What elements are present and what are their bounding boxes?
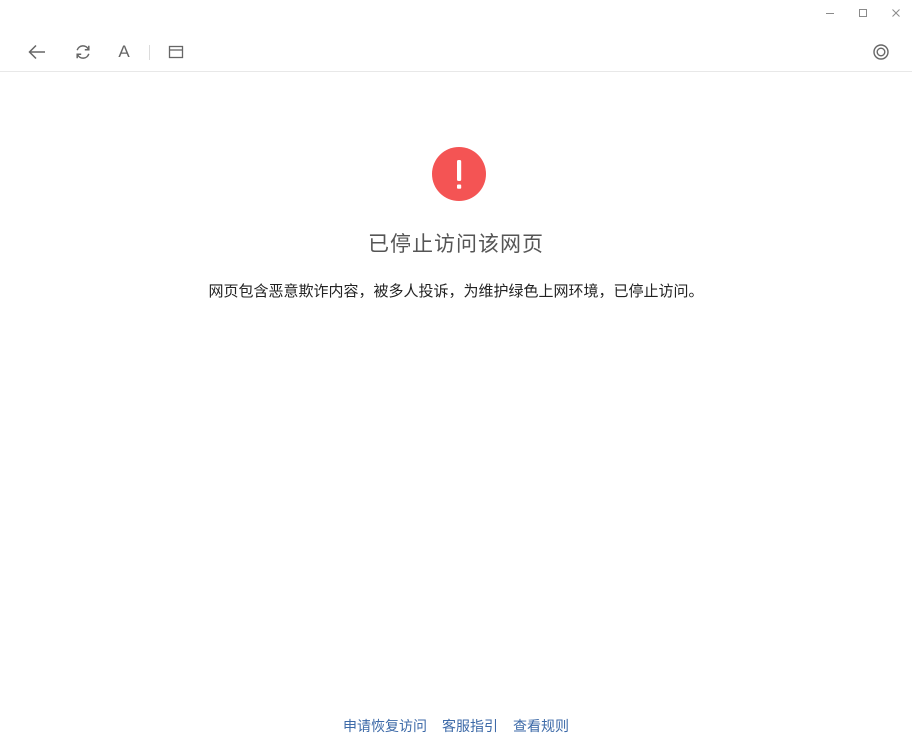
settings-button[interactable] — [868, 39, 894, 65]
window-controls — [813, 0, 912, 26]
block-description: 网页包含恶意欺诈内容，被多人投诉，为维护绿色上网环境，已停止访问。 — [208, 282, 704, 300]
back-button[interactable] — [24, 39, 50, 65]
footer-links: 申请恢复访问 客服指引 查看规则 — [0, 716, 912, 736]
font-size-button[interactable]: A — [111, 39, 137, 65]
request-restore-link[interactable]: 申请恢复访问 — [343, 716, 427, 736]
maximize-icon — [858, 9, 867, 17]
view-rules-link[interactable]: 查看规则 — [513, 716, 569, 736]
exclamation-circle-icon — [432, 147, 486, 201]
toolbar-divider — [149, 45, 150, 60]
refresh-icon — [76, 45, 90, 59]
page-title: 已停止访问该网页 — [368, 232, 544, 256]
browser-window: A 已停止访问该网页 网页包含恶意欺诈内容，被多人投诉，为维护绿色上网环境，已停… — [0, 0, 912, 748]
close-icon — [891, 9, 900, 17]
minimize-button[interactable] — [813, 0, 846, 26]
maximize-button[interactable] — [846, 0, 879, 26]
reader-view-button[interactable] — [163, 39, 189, 65]
target-ring-icon — [873, 44, 889, 60]
minimize-icon — [825, 13, 834, 14]
close-button[interactable] — [879, 0, 912, 26]
arrow-left-icon — [28, 44, 45, 60]
refresh-button[interactable] — [70, 39, 96, 65]
font-size-label: A — [118, 42, 130, 61]
window-icon — [168, 45, 184, 59]
toolbar: A — [0, 34, 912, 72]
customer-service-link[interactable]: 客服指引 — [442, 716, 498, 736]
